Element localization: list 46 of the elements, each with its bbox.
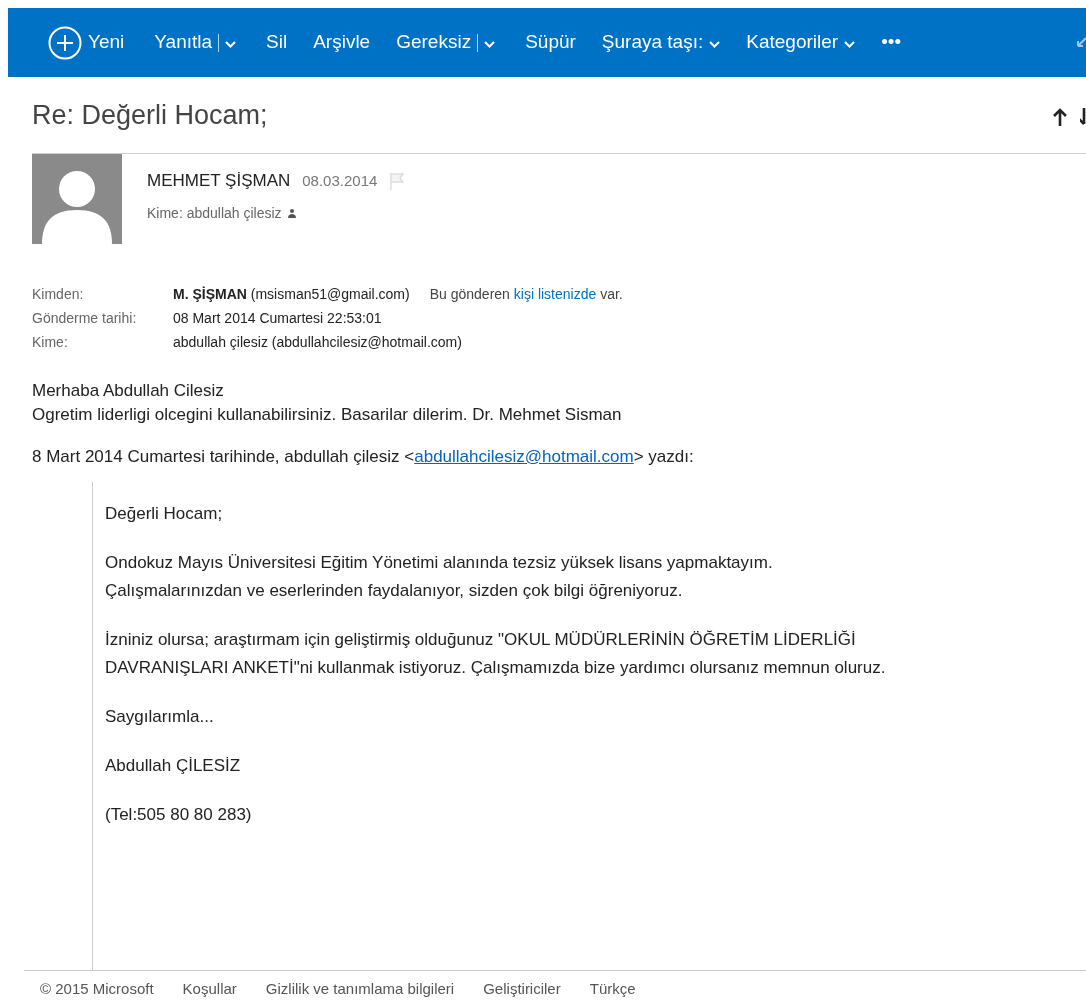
- new-button[interactable]: Yeni: [44, 25, 129, 60]
- body-text: Ogretim liderligi olcegini kullanabilirsiniz. Basarilar dilerim. Dr. Mehmet Sisman: [32, 404, 623, 426]
- expand-icon: [1076, 34, 1086, 48]
- footer-link[interactable]: Türkçe: [589, 977, 636, 1001]
- header-label: Kimden:: [32, 285, 85, 303]
- footer-link[interactable]: Geliştiriciler: [483, 977, 561, 1001]
- person-icon[interactable]: [287, 208, 296, 218]
- header-value: 08 Mart 2014 Cumartesi 22:53:01: [173, 309, 382, 327]
- toolbar-button[interactable]: Yanıtla: [154, 28, 219, 57]
- menu-button[interactable]: Şuraya taşı:: [601, 28, 721, 57]
- toolbar-button[interactable]: Gereksiz: [396, 28, 478, 57]
- header-value: M. ŞİŞMAN (msisman51@gmail.com): [173, 285, 410, 303]
- caret-icon: [484, 41, 496, 48]
- email-link[interactable]: abdullahcilesiz@hotmail.com: [414, 447, 634, 466]
- contact-note: Bu gönderen kişi listenizde var.: [429, 285, 623, 303]
- copyright-text: © 2015 Microsoft: [40, 978, 154, 999]
- plus-circle-icon: [48, 25, 82, 60]
- toolbar-button[interactable]: •••: [881, 28, 902, 57]
- down-arrow-icon[interactable]: [1080, 107, 1086, 127]
- toolbar-button[interactable]: Sil: [266, 28, 288, 57]
- recipients-line: Kime: abdullah çilesiz: [147, 203, 282, 223]
- caret-icon: [844, 41, 856, 48]
- quoted-paragraph: Saygılarımla...: [105, 706, 215, 728]
- up-arrow-icon[interactable]: [1052, 107, 1068, 127]
- quoted-paragraph: Abdullah ÇİLESİZ: [105, 755, 242, 777]
- footer-link[interactable]: Gizlilik ve tanımlama bilgileri: [265, 977, 455, 1001]
- caret-icon: [225, 41, 237, 48]
- caret-icon: [709, 41, 721, 48]
- header-label: Kime:: [32, 333, 69, 351]
- attribution-text: 8 Mart 2014 Cumartesi tarihinde, abdullah çilesiz <abdullahcilesiz@hotmail.com> yazdı:: [32, 446, 695, 468]
- contact-list-link[interactable]: kişi listenizde: [513, 286, 597, 302]
- quoted-paragraph: İzniniz olursa; araştırmam için geliştirmiş olduğunuz "OKUL MÜDÜRLERİNİN ÖĞRETİM LİDERLİĞİ DAVRANIŞLARI ANKETİ"ni kullanmak istiyoruz. Çalışmamızda bize yardımcı olursanız memnun oluruz.: [105, 629, 887, 679]
- toolbar-button[interactable]: Süpür: [525, 28, 576, 57]
- body-text: Merhaba Abdullah Cilesiz: [32, 380, 225, 402]
- quoted-paragraph: Değerli Hocam;: [105, 503, 224, 525]
- avatar-icon: [32, 154, 122, 244]
- header-value: abdullah çilesiz (abdullahcilesiz@hotmail.com): [173, 333, 462, 351]
- message-date: 08.03.2014: [302, 170, 378, 191]
- footer-link[interactable]: Koşullar: [182, 977, 237, 1001]
- quoted-paragraph: (Tel:505 80 80 283): [105, 804, 253, 826]
- header-label: Gönderme tarihi:: [32, 309, 138, 327]
- message-subject: Re: Değerli Hocam;: [32, 98, 268, 132]
- menu-button[interactable]: Kategoriler: [746, 28, 856, 57]
- toolbar-button[interactable]: Arşivle: [313, 28, 371, 57]
- quoted-paragraph: Ondokuz Mayıs Üniversitesi Eğitim Yönetimi alanında tezsiz yüksek lisans yapmaktayım. Çalışmalarınızdan ve eserlerinden faydalanıyor, sizden çok bilgi öğreniyoruz.: [105, 552, 774, 602]
- sender-name: MEHMET ŞİŞMAN: [147, 170, 291, 192]
